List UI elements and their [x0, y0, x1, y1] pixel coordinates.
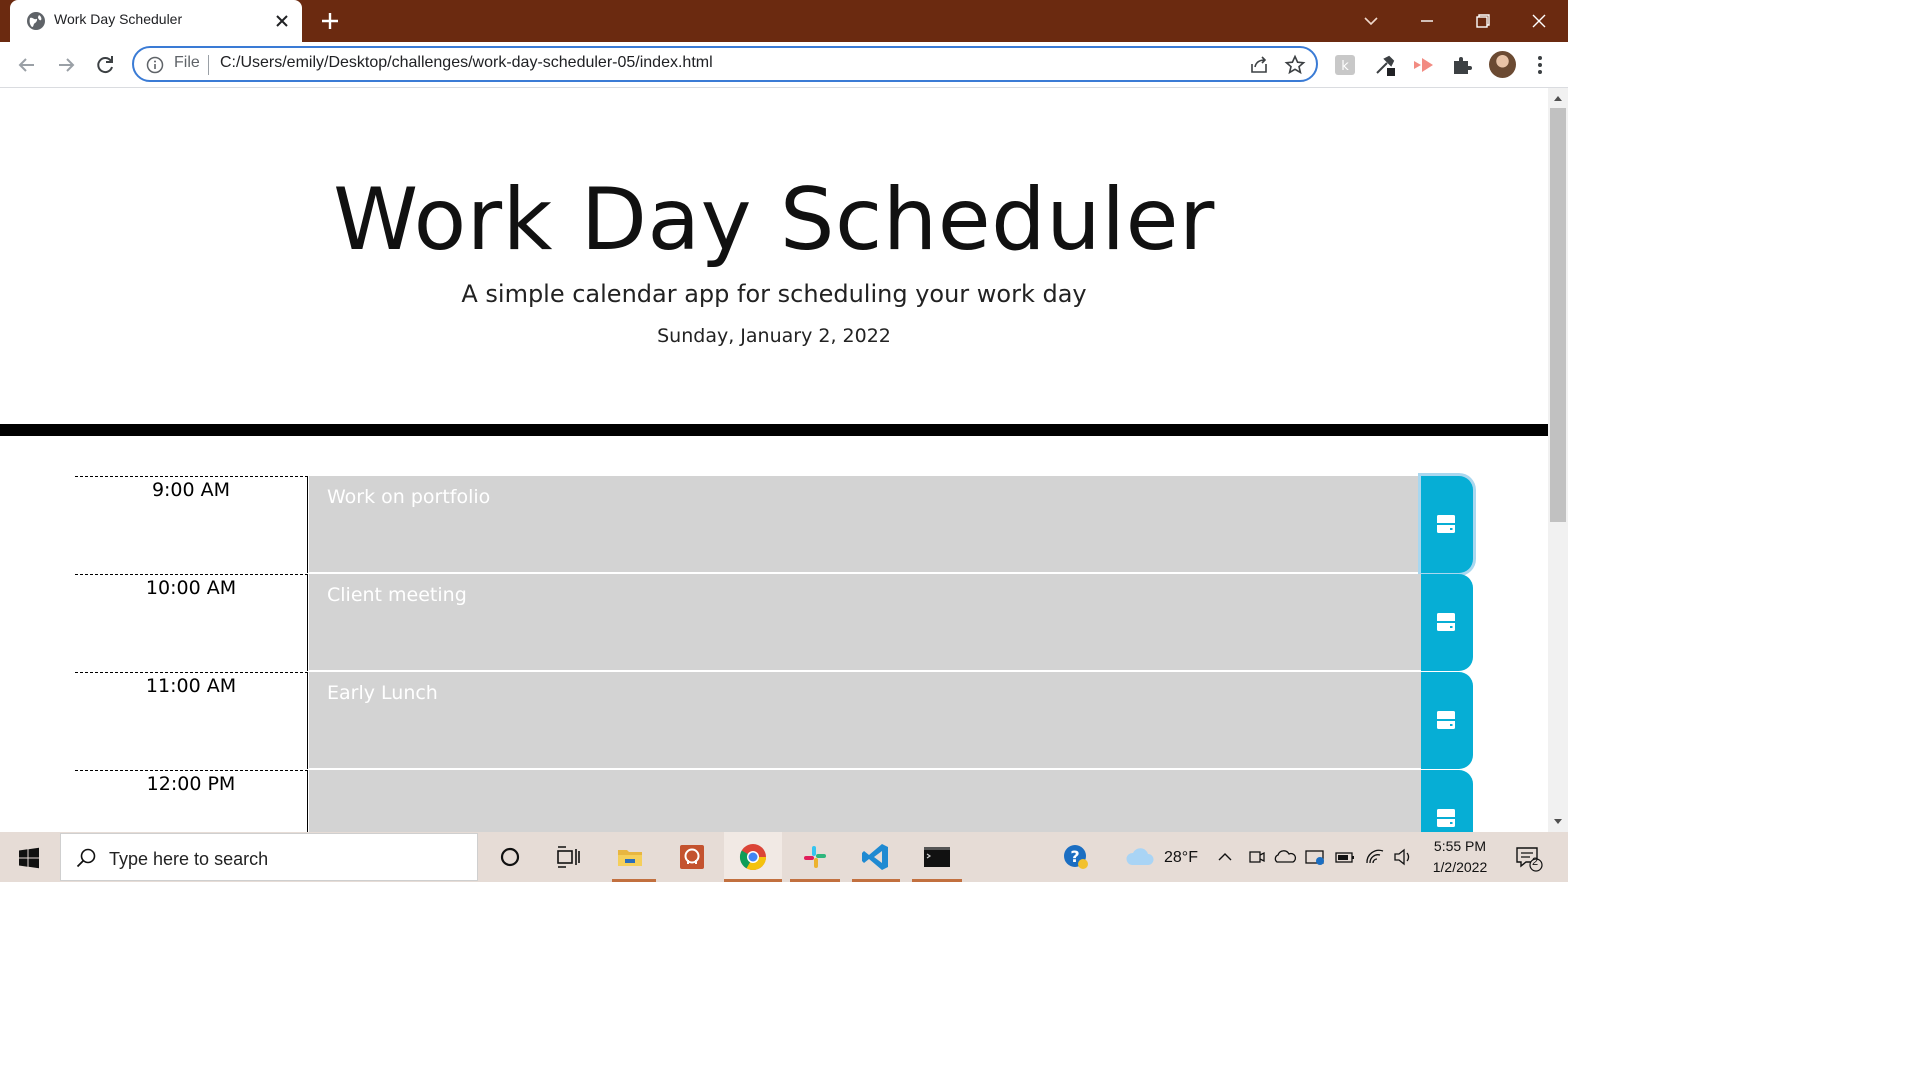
- url-scheme-label: File: [174, 54, 200, 71]
- reload-icon[interactable]: [92, 52, 118, 78]
- office-app-icon[interactable]: [676, 841, 708, 873]
- notification-center-icon[interactable]: [1512, 841, 1544, 873]
- system-clock[interactable]: 5:55 PM 1/2/2022: [1420, 836, 1500, 878]
- new-tab-icon[interactable]: [318, 9, 342, 33]
- security-icon[interactable]: [1302, 841, 1328, 873]
- address-bar[interactable]: File C:/Users/emily/Desktop/challenges/w…: [132, 46, 1318, 82]
- wifi-icon[interactable]: [1362, 841, 1388, 873]
- event-description-input[interactable]: Early Lunch: [309, 672, 1421, 769]
- event-description-input[interactable]: Work on portfolio: [309, 476, 1421, 573]
- browser-tab-strip: Work Day Scheduler: [0, 0, 1568, 42]
- vscode-icon[interactable]: [860, 841, 892, 873]
- site-info-icon[interactable]: [146, 56, 164, 74]
- scrollbar-thumb[interactable]: [1550, 108, 1566, 522]
- browser-toolbar: File C:/Users/emily/Desktop/challenges/w…: [0, 42, 1568, 88]
- vscode-running-indicator: [852, 879, 900, 882]
- omnibox-divider: [208, 55, 209, 75]
- url-text[interactable]: C:/Users/emily/Desktop/challenges/work-d…: [220, 54, 713, 72]
- eyedropper-extension-icon[interactable]: [1373, 53, 1397, 77]
- weather-temperature[interactable]: 28°F: [1164, 849, 1198, 867]
- time-block: 11:00 AM Early Lunch: [75, 672, 1473, 770]
- save-button[interactable]: [1421, 770, 1473, 832]
- taskbar-search-box[interactable]: Type here to search: [60, 833, 478, 881]
- jumbotron: Work Day Scheduler A simple calendar app…: [0, 88, 1548, 424]
- svg-text:k: k: [1341, 59, 1349, 74]
- notification-count-badge: 2: [1532, 856, 1539, 868]
- save-floppy-icon: [1437, 515, 1455, 533]
- slack-icon[interactable]: [799, 841, 831, 873]
- back-arrow-icon[interactable]: [14, 52, 40, 78]
- current-day: Sunday, January 2, 2022: [657, 325, 891, 347]
- scroll-down-arrow-icon[interactable]: [1552, 817, 1564, 827]
- weather-cloud-icon[interactable]: [1124, 841, 1156, 873]
- windows-taskbar: Type here to search ? 28°F 5:55 PM 1/2/2…: [0, 832, 1568, 882]
- terminal-icon[interactable]: [921, 841, 953, 873]
- hour-label: 10:00 AM: [75, 574, 308, 671]
- volume-icon[interactable]: [1390, 841, 1416, 873]
- cortana-icon[interactable]: [494, 841, 526, 873]
- search-placeholder: Type here to search: [109, 849, 269, 869]
- time-block: 12:00 PM: [75, 770, 1473, 832]
- tab-work-day-scheduler[interactable]: Work Day Scheduler: [10, 0, 302, 42]
- page-viewport: Work Day Scheduler A simple calendar app…: [0, 88, 1548, 832]
- save-button[interactable]: [1421, 574, 1473, 671]
- extension-gray-icon[interactable]: k: [1333, 53, 1357, 77]
- hour-label: 12:00 PM: [75, 770, 308, 832]
- page-title: Work Day Scheduler: [333, 170, 1215, 270]
- close-tab-icon[interactable]: [272, 11, 292, 31]
- onedrive-icon[interactable]: [1272, 841, 1298, 873]
- restore-icon[interactable]: [1470, 8, 1496, 34]
- windows-start-icon[interactable]: [18, 847, 40, 869]
- save-floppy-icon: [1437, 711, 1455, 729]
- event-description-input[interactable]: Client meeting: [309, 574, 1421, 671]
- header-divider: [0, 424, 1548, 436]
- task-view-icon[interactable]: [552, 841, 584, 873]
- file-explorer-icon[interactable]: [614, 841, 646, 873]
- search-icon: [76, 848, 96, 868]
- tab-title: Work Day Scheduler: [54, 11, 183, 27]
- profile-avatar[interactable]: [1489, 51, 1516, 78]
- clock-date: 1/2/2022: [1432, 859, 1488, 875]
- time-block: 10:00 AM Client meeting: [75, 574, 1473, 672]
- share-icon[interactable]: [1248, 54, 1270, 76]
- more-menu-icon[interactable]: [1530, 53, 1550, 77]
- save-floppy-icon: [1437, 809, 1455, 827]
- chrome-running-indicator: [724, 879, 782, 882]
- file-explorer-running-indicator: [612, 879, 656, 882]
- time-block: 9:00 AM Work on portfolio: [75, 476, 1473, 574]
- save-button[interactable]: [1421, 672, 1473, 769]
- clock-time: 5:55 PM: [1433, 838, 1487, 854]
- red-extension-icon[interactable]: [1411, 53, 1435, 77]
- event-description-input[interactable]: [309, 770, 1421, 832]
- hour-label: 11:00 AM: [75, 672, 308, 769]
- page-subtitle: A simple calendar app for scheduling you…: [461, 280, 1087, 308]
- scroll-up-arrow-icon[interactable]: [1552, 93, 1564, 103]
- terminal-running-indicator: [912, 879, 962, 882]
- minimize-icon[interactable]: [1414, 8, 1440, 34]
- forward-arrow-icon[interactable]: [53, 52, 79, 78]
- extensions-puzzle-icon[interactable]: [1450, 53, 1474, 77]
- slack-running-indicator: [790, 879, 840, 882]
- globe-icon: [27, 12, 45, 30]
- hour-label: 9:00 AM: [75, 476, 308, 573]
- page-scrollbar[interactable]: [1548, 88, 1568, 832]
- save-button[interactable]: [1421, 476, 1473, 573]
- close-window-icon[interactable]: [1526, 8, 1552, 34]
- save-floppy-icon: [1437, 613, 1455, 631]
- meet-now-icon[interactable]: [1244, 841, 1270, 873]
- battery-icon[interactable]: [1332, 841, 1358, 873]
- help-icon[interactable]: ?: [1060, 841, 1092, 873]
- chrome-icon[interactable]: [737, 841, 769, 873]
- bookmark-star-icon[interactable]: [1284, 54, 1306, 76]
- tab-search-icon[interactable]: [1358, 8, 1384, 34]
- chevron-up-icon[interactable]: [1212, 841, 1238, 873]
